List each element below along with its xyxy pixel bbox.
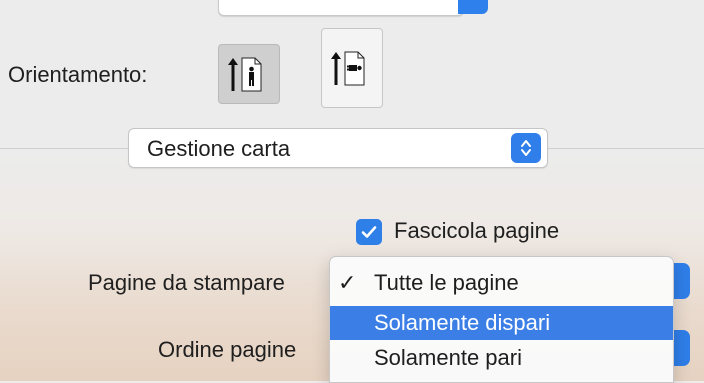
page-order-stepper-icon[interactable]	[672, 330, 690, 366]
orientation-label: Orientamento:	[8, 62, 148, 87]
page-order-label: Ordine pagine	[158, 337, 297, 362]
collate-checkbox[interactable]	[356, 219, 382, 245]
menu-item-odd-pages[interactable]: Solamente dispari	[330, 306, 673, 340]
separator-left	[0, 148, 128, 149]
menu-item-even-pages[interactable]: Solamente pari	[330, 341, 673, 375]
section-popup-button[interactable]: Gestione carta	[128, 128, 548, 168]
top-popup-button[interactable]	[218, 0, 464, 16]
checkmark-icon	[361, 226, 377, 238]
menu-item-label: Solamente dispari	[374, 310, 551, 335]
pages-to-print-stepper-icon[interactable]	[672, 263, 690, 299]
landscape-orientation-icon	[331, 51, 365, 86]
menu-item-label: Solamente pari	[374, 345, 522, 370]
pages-to-print-label: Pagine da stampare	[88, 270, 285, 295]
popup-stepper-icon	[511, 133, 541, 163]
top-popup-stepper-icon[interactable]	[458, 0, 488, 14]
section-popup-value: Gestione carta	[147, 136, 291, 161]
portrait-orientation-icon	[228, 57, 262, 92]
landscape-orientation-button[interactable]	[321, 28, 383, 108]
portrait-orientation-button[interactable]	[218, 44, 280, 104]
menu-item-all-pages[interactable]: ✓ Tutte le pagine	[330, 266, 673, 300]
menu-checkmark-icon: ✓	[338, 270, 357, 295]
collate-label: Fascicola pagine	[394, 218, 560, 243]
pages-to-print-menu[interactable]: ✓ Tutte le pagine Solamente dispari Sola…	[329, 256, 674, 383]
separator-right	[548, 148, 704, 149]
menu-item-label: Tutte le pagine	[374, 270, 519, 295]
